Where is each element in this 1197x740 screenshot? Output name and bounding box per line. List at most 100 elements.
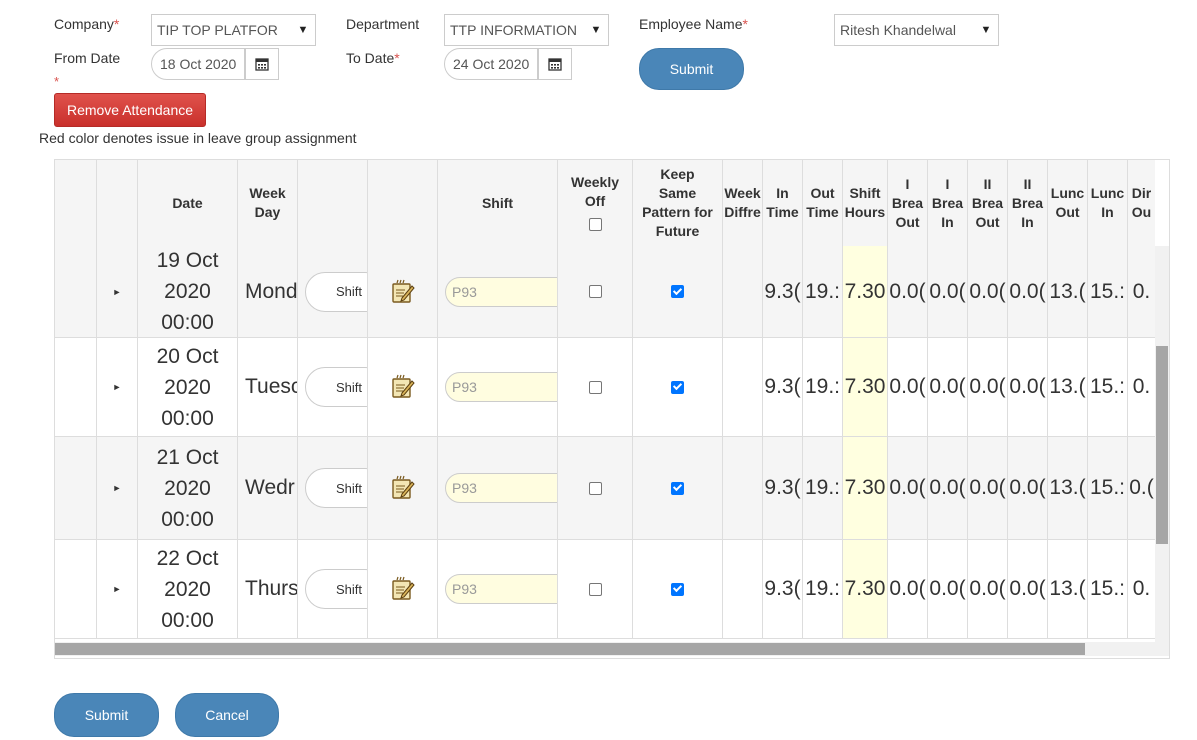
header-week-day[interactable]: Week Day xyxy=(238,160,298,246)
company-select[interactable]: TIP TOP PLATFOR ▼ xyxy=(151,14,316,46)
shift-button-cell[interactable]: Shift xyxy=(298,338,368,436)
shift-input[interactable]: P93 xyxy=(445,574,557,604)
edit-cell[interactable] xyxy=(368,540,438,638)
department-select-value: TTP INFORMATION xyxy=(450,22,578,38)
from-date-calendar-button[interactable] xyxy=(245,48,279,80)
shift-button[interactable]: Shift xyxy=(305,271,367,312)
row-expander-cell[interactable]: ► xyxy=(97,246,138,337)
shift-button-cell[interactable]: Shift xyxy=(298,540,368,638)
header-shift[interactable]: Shift xyxy=(438,160,558,246)
header-break1-in[interactable]: I Brea In xyxy=(928,160,968,246)
header-break2-out[interactable]: II Brea Out xyxy=(968,160,1008,246)
keep-same-pattern-cell[interactable] xyxy=(633,437,723,539)
weekly-off-checkbox[interactable] xyxy=(588,285,602,298)
header-break1-out[interactable]: I Brea Out xyxy=(888,160,928,246)
keep-same-pattern-cell[interactable] xyxy=(633,338,723,436)
edit-note-icon[interactable] xyxy=(390,279,416,305)
header-lunch-in[interactable]: Lunc In xyxy=(1088,160,1128,246)
shift-button-cell[interactable]: Shift xyxy=(298,246,368,337)
filter-submit-button[interactable]: Submit xyxy=(639,48,744,90)
row-expander-cell[interactable]: ► xyxy=(97,437,138,539)
shift-input[interactable]: P93 xyxy=(445,473,557,503)
weekly-off-cell[interactable] xyxy=(558,338,633,436)
caret-right-icon[interactable]: ► xyxy=(113,287,122,297)
header-text-line: In xyxy=(1021,213,1034,230)
break1-in-cell: 0.0( xyxy=(928,540,968,638)
header-keep-same-pattern[interactable]: Keep Same Pattern for Future xyxy=(633,160,723,246)
edit-note-icon[interactable] xyxy=(390,374,416,400)
shift-button[interactable]: Shift xyxy=(305,569,367,609)
keep-same-pattern-cell[interactable] xyxy=(633,540,723,638)
edit-cell[interactable] xyxy=(368,338,438,436)
keep-same-pattern-checkbox[interactable] xyxy=(671,481,684,495)
header-blank-1 xyxy=(55,160,97,246)
weekly-off-cell[interactable] xyxy=(558,246,633,337)
header-text-line: I xyxy=(945,175,950,192)
week-day-cell: Mond xyxy=(238,246,298,337)
department-select[interactable]: TTP INFORMATION ▼ xyxy=(444,14,609,46)
weekly-off-cell[interactable] xyxy=(558,540,633,638)
shift-button-cell[interactable]: Shift xyxy=(298,437,368,539)
break2-out-cell: 0.0( xyxy=(968,437,1008,539)
caret-right-icon[interactable]: ► xyxy=(113,483,122,493)
to-date-calendar-button[interactable] xyxy=(538,48,572,80)
keep-same-pattern-checkbox[interactable] xyxy=(671,285,684,298)
edit-note-icon[interactable] xyxy=(390,576,416,602)
horizontal-scrollbar-thumb[interactable] xyxy=(55,643,1085,655)
row-expander-cell[interactable]: ► xyxy=(97,540,138,638)
week-day-cell: Wedr xyxy=(238,437,298,539)
weekly-off-checkbox[interactable] xyxy=(588,380,602,394)
keep-same-pattern-checkbox[interactable] xyxy=(671,380,684,394)
header-in-time[interactable]: In Time xyxy=(763,160,803,246)
in-time-value: 9.3( xyxy=(764,577,801,600)
from-date-input[interactable]: 18 Oct 2020 xyxy=(151,48,245,80)
header-weekly-off[interactable]: Weekly Off xyxy=(558,160,633,246)
header-break2-in[interactable]: II Brea In xyxy=(1008,160,1048,246)
to-date-input[interactable]: 24 Oct 2020 xyxy=(444,48,538,80)
shift-input[interactable]: P93 xyxy=(445,372,557,402)
weekly-off-checkbox[interactable] xyxy=(588,582,602,596)
attendance-grid: Date Week Day Shift Weekly Off Keep Same … xyxy=(54,159,1170,659)
table-row: ► 21 Oct 2020 00:00 Wedr Shift P93 9.3(19.: 7.30… xyxy=(55,437,1155,540)
shift-cell[interactable]: P93 xyxy=(438,540,558,638)
header-text-line: Shift xyxy=(849,185,881,201)
shift-button[interactable]: Shift xyxy=(305,468,367,508)
shift-cell[interactable]: P93 xyxy=(438,246,558,337)
keep-same-pattern-cell[interactable] xyxy=(633,246,723,337)
edit-note-icon[interactable] xyxy=(390,475,416,501)
header-lunch-out[interactable]: Lunc Out xyxy=(1048,160,1088,246)
row-expander-cell[interactable]: ► xyxy=(97,338,138,436)
calendar-icon xyxy=(548,58,562,71)
week-diff-cell xyxy=(723,246,763,337)
vertical-scrollbar-thumb[interactable] xyxy=(1156,346,1168,544)
employee-name-select[interactable]: Ritesh Khandelwal ▼ xyxy=(834,14,999,46)
break1-in-value: 0.0( xyxy=(929,375,966,398)
shift-input[interactable]: P93 xyxy=(445,276,557,307)
date-cell: 19 Oct 2020 00:00 xyxy=(138,246,238,337)
edit-cell[interactable] xyxy=(368,437,438,539)
vertical-scrollbar[interactable] xyxy=(1155,246,1169,642)
remove-attendance-button[interactable]: Remove Attendance xyxy=(54,93,206,127)
weekly-off-checkbox[interactable] xyxy=(588,481,602,495)
keep-same-pattern-checkbox[interactable] xyxy=(671,582,684,596)
weekly-off-cell[interactable] xyxy=(558,437,633,539)
header-text-line: Same xyxy=(658,185,697,201)
header-date[interactable]: Date xyxy=(138,160,238,246)
header-out-time[interactable]: Out Time xyxy=(803,160,843,246)
shift-cell[interactable]: P93 xyxy=(438,338,558,436)
caret-right-icon[interactable]: ► xyxy=(113,382,122,392)
lunch-in-value: 15.: xyxy=(1089,279,1126,303)
cancel-button[interactable]: Cancel xyxy=(175,693,279,737)
shift-cell[interactable]: P93 xyxy=(438,437,558,539)
header-dinner-out[interactable]: Dir Ou xyxy=(1128,160,1155,246)
header-shift-hours[interactable]: Shift Hours xyxy=(843,160,888,246)
caret-right-icon[interactable]: ► xyxy=(113,584,122,594)
dinner-out-cell: 0.( xyxy=(1128,437,1155,539)
edit-cell[interactable] xyxy=(368,246,438,337)
weekly-off-select-all-checkbox[interactable] xyxy=(588,217,602,231)
horizontal-scrollbar[interactable] xyxy=(55,642,1169,656)
shift-button[interactable]: Shift xyxy=(305,367,367,407)
break1-out-value: 0.0( xyxy=(889,577,926,600)
footer-submit-button[interactable]: Submit xyxy=(54,693,159,737)
header-week-diff[interactable]: Week Diffre xyxy=(723,160,763,246)
